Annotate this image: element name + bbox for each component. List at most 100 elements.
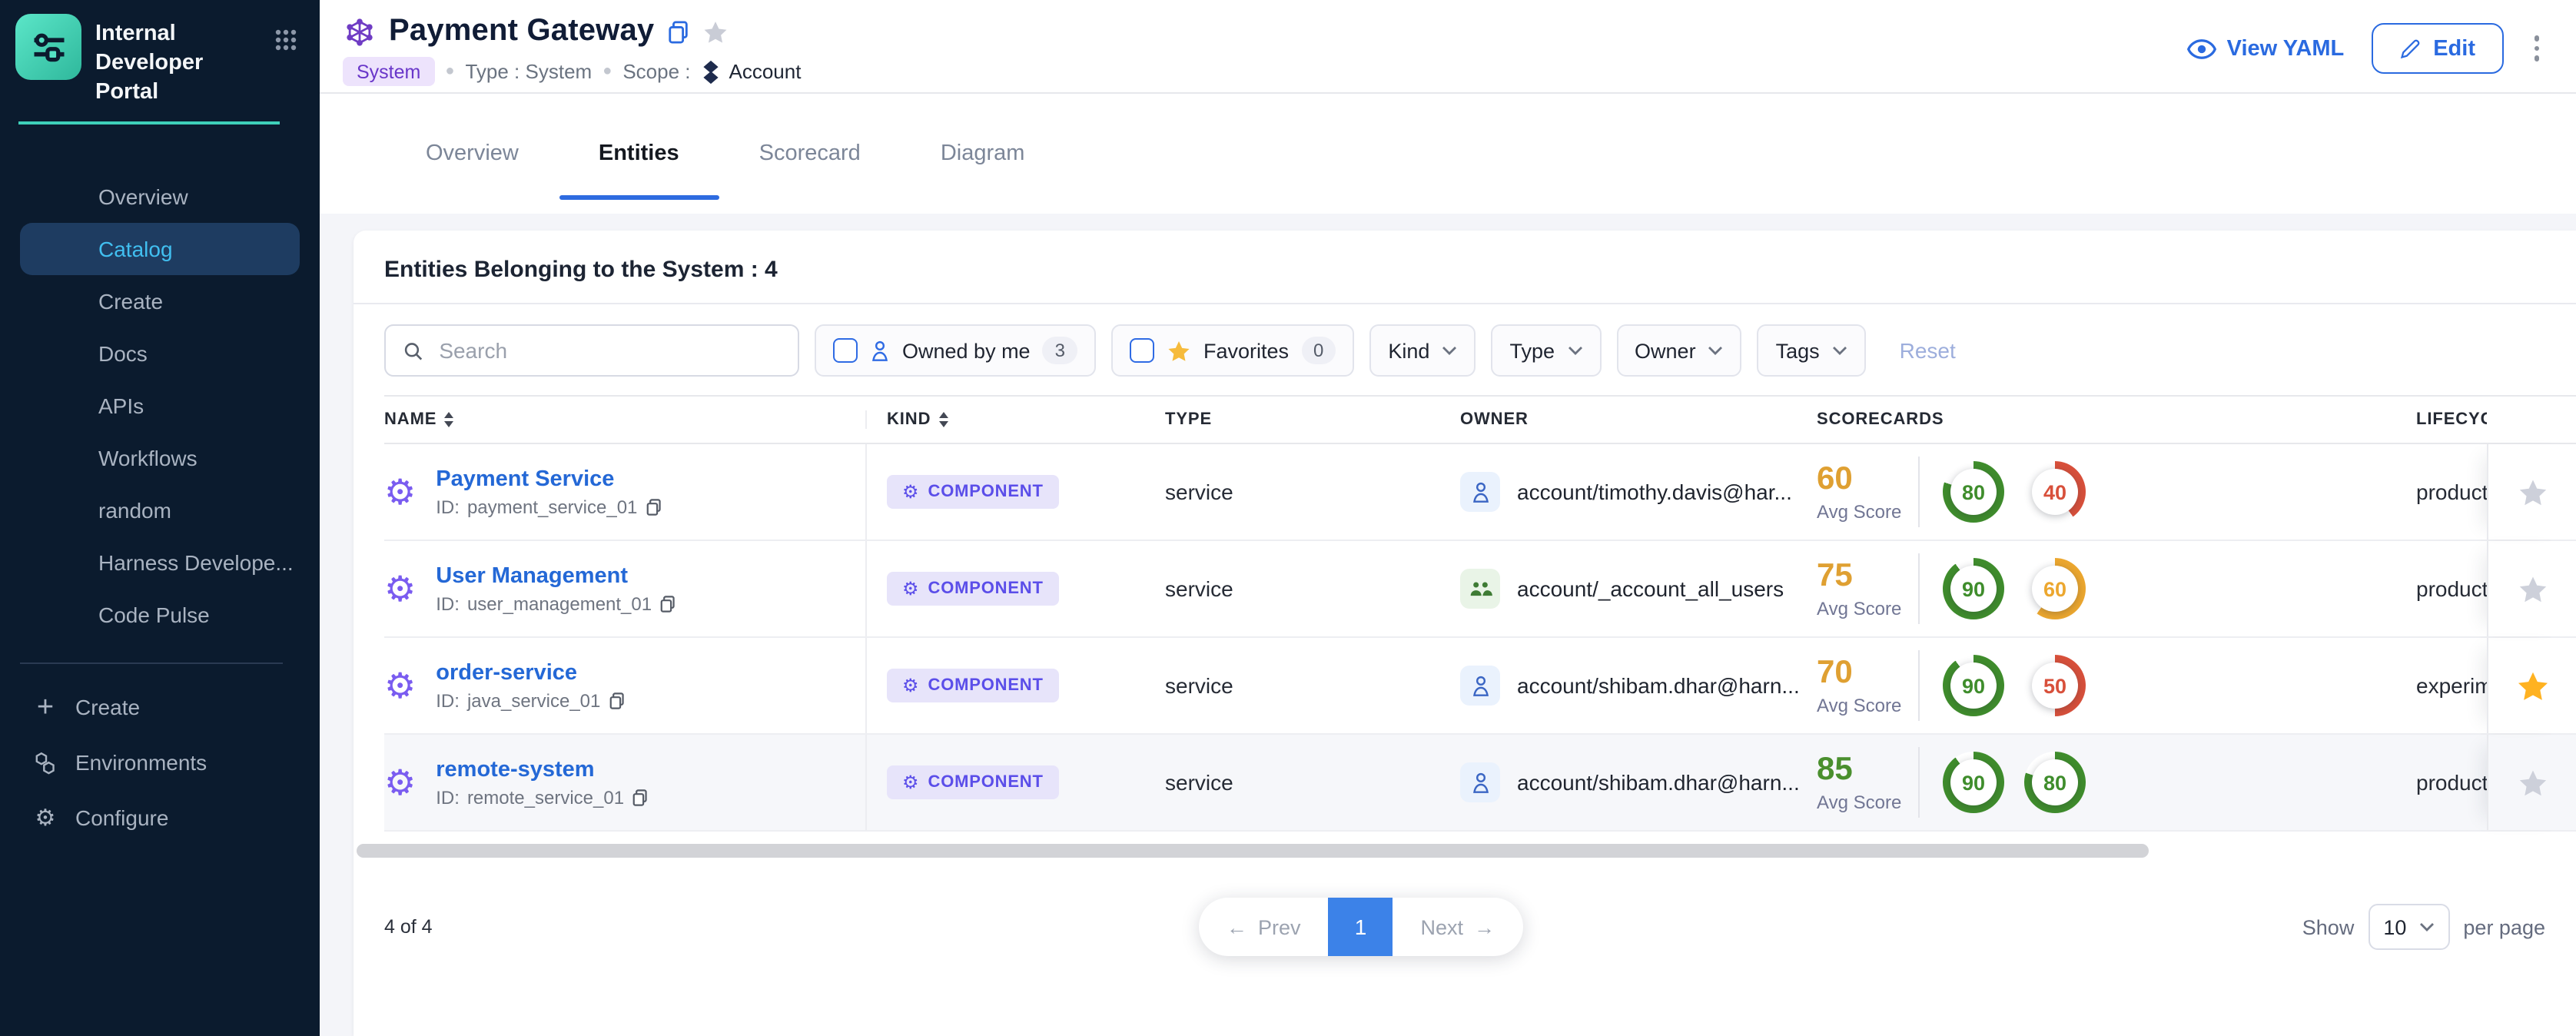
gear-icon: ⚙ bbox=[32, 805, 58, 832]
sidebar-item-code-pulse[interactable]: Code Pulse bbox=[20, 589, 300, 642]
view-yaml-button[interactable]: View YAML bbox=[2187, 36, 2345, 61]
page-size-control: Show 10 per page bbox=[2302, 904, 2545, 950]
kind-dropdown[interactable]: Kind bbox=[1369, 324, 1476, 377]
prev-page-button[interactable]: ← Prev bbox=[1199, 898, 1329, 956]
page-size-select[interactable]: 10 bbox=[2368, 904, 2449, 950]
entity-name-link[interactable]: remote-system bbox=[436, 757, 649, 782]
entity-name-link[interactable]: User Management bbox=[436, 563, 676, 588]
scorecard-gauge[interactable]: 50 bbox=[2024, 655, 2086, 716]
copy-icon[interactable] bbox=[659, 594, 676, 613]
scorecard-gauge[interactable]: 90 bbox=[1943, 752, 2004, 813]
owned-by-me-filter[interactable]: Owned by me 3 bbox=[815, 324, 1096, 377]
name-cell: ⚙ order-service ID:java_service_01 bbox=[384, 638, 867, 733]
component-gear-icon: ⚙ bbox=[384, 474, 416, 510]
sidebar-item-catalog[interactable]: Catalog bbox=[20, 224, 300, 276]
favorite-cell bbox=[2487, 444, 2576, 540]
copy-icon[interactable] bbox=[632, 788, 649, 806]
table-row: ⚙ User Management ID:user_management_01 bbox=[384, 541, 2576, 638]
entity-name-link[interactable]: Payment Service bbox=[436, 467, 662, 491]
favorites-checkbox[interactable] bbox=[1130, 338, 1154, 363]
more-options-icon[interactable] bbox=[2531, 30, 2542, 68]
scorecards-cell: 70 Avg Score 90 50 bbox=[1817, 638, 2416, 733]
table-row: ⚙ Payment Service ID:payment_service_01 bbox=[384, 444, 2576, 541]
table-footer: 4 of 4 ← Prev 1 Next → Show bbox=[354, 858, 2576, 950]
favorite-star-icon[interactable] bbox=[2517, 768, 2548, 797]
sidebar-item-overview[interactable]: Overview bbox=[20, 171, 300, 224]
app-logo[interactable] bbox=[15, 14, 81, 80]
column-header-kind[interactable]: KIND bbox=[867, 410, 1165, 429]
component-gear-icon: ⚙ bbox=[384, 571, 416, 606]
app-title: Internal Developer Portal bbox=[95, 14, 260, 108]
tab-entities[interactable]: Entities bbox=[559, 94, 719, 214]
favorite-star-icon[interactable] bbox=[2515, 669, 2549, 702]
sidebar-item-label: Create bbox=[75, 696, 140, 720]
kind-chip: ⚙ COMPONENT bbox=[887, 669, 1059, 702]
favorites-filter[interactable]: Favorites 0 bbox=[1111, 324, 1354, 377]
column-header-name[interactable]: NAME bbox=[384, 410, 867, 429]
sidebar-item-apis[interactable]: APIs bbox=[20, 380, 300, 433]
pagination: ← Prev 1 Next → bbox=[1199, 898, 1522, 956]
avg-score: 70 bbox=[1817, 656, 1912, 691]
page-number-button[interactable]: 1 bbox=[1329, 898, 1393, 956]
name-cell: ⚙ User Management ID:user_management_01 bbox=[384, 541, 867, 636]
scorecard-gauge[interactable]: 90 bbox=[1943, 655, 2004, 716]
scorecard-gauge[interactable]: 90 bbox=[1943, 558, 2004, 619]
page-header: Payment Gateway System ● Type : System ●… bbox=[320, 0, 2576, 94]
sidebar-item-configure[interactable]: ⚙ Configure bbox=[0, 791, 320, 846]
sidebar-logo-row: Internal Developer Portal bbox=[0, 0, 320, 108]
breadcrumb-scope-value: Account bbox=[702, 59, 802, 84]
divider bbox=[1918, 650, 1920, 721]
copy-icon[interactable] bbox=[645, 497, 662, 516]
scorecards-cell: 85 Avg Score 90 80 bbox=[1817, 735, 2416, 830]
favorite-cell bbox=[2487, 638, 2576, 733]
sidebar-item-random[interactable]: random bbox=[20, 485, 300, 537]
favorites-count: 0 bbox=[1301, 337, 1336, 364]
tab-diagram[interactable]: Diagram bbox=[901, 94, 1065, 214]
divider bbox=[1918, 457, 1920, 527]
lifecycle-cell: experimental bbox=[2416, 638, 2487, 733]
copy-icon[interactable] bbox=[608, 691, 625, 709]
sidebar-item-create-entity[interactable]: + Create bbox=[0, 680, 320, 735]
edit-button[interactable]: Edit bbox=[2372, 23, 2503, 74]
kind-cell: ⚙ COMPONENT bbox=[867, 541, 1165, 636]
horizontal-scrollbar[interactable] bbox=[357, 844, 2149, 858]
owner-cell: account/timothy.davis@har... bbox=[1460, 444, 1817, 540]
search-box[interactable] bbox=[384, 324, 799, 377]
kind-chip: ⚙ COMPONENT bbox=[887, 765, 1059, 799]
favorite-star-icon[interactable] bbox=[2517, 574, 2548, 603]
sidebar-item-label: Environments bbox=[75, 751, 207, 775]
favorite-star-icon[interactable] bbox=[2517, 477, 2548, 506]
type-dropdown[interactable]: Type bbox=[1491, 324, 1601, 377]
column-header-type: TYPE bbox=[1165, 410, 1460, 429]
search-input[interactable] bbox=[436, 337, 781, 364]
sidebar-item-harness-developer[interactable]: Harness Develope... bbox=[20, 537, 300, 589]
sidebar-item-docs[interactable]: Docs bbox=[20, 328, 300, 380]
scorecard-gauge[interactable]: 40 bbox=[2024, 461, 2086, 523]
tab-scorecard[interactable]: Scorecard bbox=[719, 94, 901, 214]
entity-name-link[interactable]: order-service bbox=[436, 660, 625, 685]
next-page-button[interactable]: Next → bbox=[1393, 898, 1523, 956]
entities-card: Entities Belonging to the System : 4 bbox=[354, 231, 2576, 1036]
arrow-right-icon: → bbox=[1474, 915, 1495, 938]
owner-cell: account/shibam.dhar@harn... bbox=[1460, 735, 1817, 830]
app-switcher-icon[interactable] bbox=[274, 28, 298, 60]
sidebar-item-workflows[interactable]: Workflows bbox=[20, 433, 300, 485]
copy-icon[interactable] bbox=[666, 19, 689, 44]
sidebar-bottom-nav: + Create Environments ⚙ Configure bbox=[0, 665, 320, 846]
sort-icon bbox=[444, 412, 453, 427]
entity-id: ID:payment_service_01 bbox=[436, 496, 662, 517]
scorecard-gauge[interactable]: 60 bbox=[2024, 558, 2086, 619]
reset-filters-button[interactable]: Reset bbox=[1900, 338, 1956, 363]
kind-cell: ⚙ COMPONENT bbox=[867, 638, 1165, 733]
owned-by-me-checkbox[interactable] bbox=[833, 338, 858, 363]
sidebar-item-create[interactable]: Create bbox=[20, 276, 300, 328]
scorecard-gauge[interactable]: 80 bbox=[1943, 461, 2004, 523]
sidebar-item-environments[interactable]: Environments bbox=[0, 735, 320, 791]
tab-overview[interactable]: Overview bbox=[386, 94, 559, 214]
divider bbox=[1918, 747, 1920, 818]
favorite-star-icon[interactable] bbox=[702, 19, 728, 44]
avg-score-label: Avg Score bbox=[1817, 597, 1912, 619]
scorecard-gauge[interactable]: 80 bbox=[2024, 752, 2086, 813]
tags-dropdown[interactable]: Tags bbox=[1758, 324, 1866, 377]
owner-dropdown[interactable]: Owner bbox=[1616, 324, 1742, 377]
